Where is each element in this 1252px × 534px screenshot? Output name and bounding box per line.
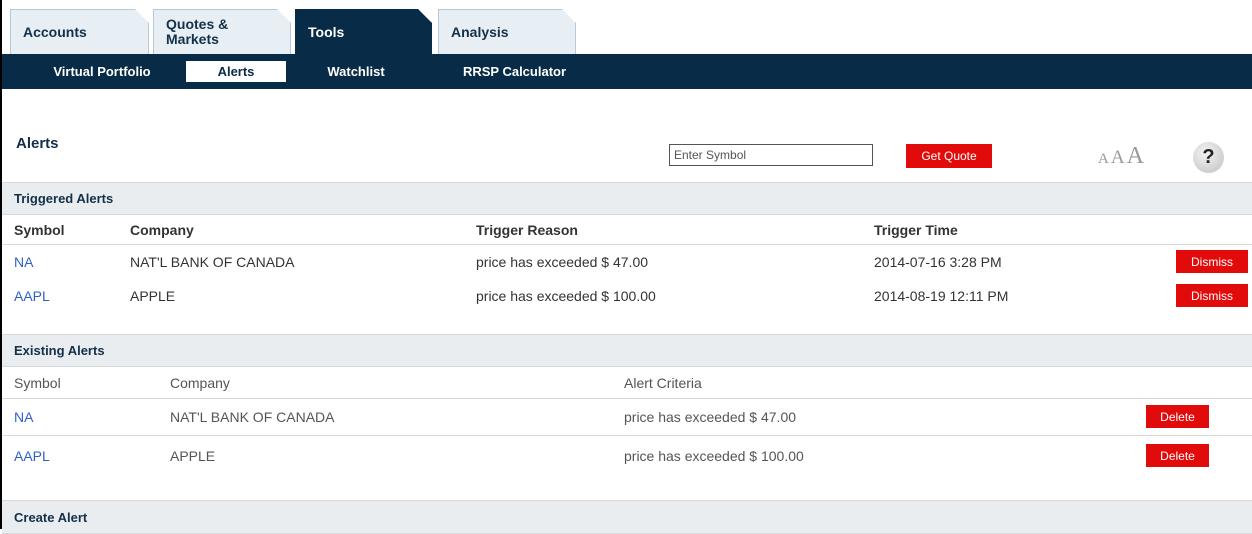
col-trigger-reason: Trigger Reason — [476, 221, 578, 238]
trigger-time: 2014-07-16 3:28 PM — [874, 254, 1002, 270]
sub-navigation: Virtual Portfolio Alerts Watchlist RRSP … — [2, 54, 1252, 89]
subnav-rrsp-calculator[interactable]: RRSP Calculator — [442, 61, 587, 82]
symbol-link[interactable]: NA — [14, 245, 33, 279]
col-company: Company — [170, 374, 230, 391]
page-title: Alerts — [16, 135, 59, 152]
col-symbol: Symbol — [14, 221, 65, 238]
font-size-control: A A A — [1098, 143, 1146, 171]
subnav-alerts[interactable]: Alerts — [186, 61, 286, 82]
get-quote-button[interactable]: Get Quote — [906, 144, 992, 168]
tab-label: Analysis — [451, 23, 509, 40]
font-small-button[interactable]: A — [1098, 151, 1109, 168]
company-name: NAT'L BANK OF CANADA — [170, 409, 335, 425]
table-row: AAPL APPLE price has exceeded $ 100.00 D… — [2, 436, 1252, 476]
col-trigger-time: Trigger Time — [874, 221, 958, 238]
tab-label: Tools — [308, 23, 345, 40]
triggered-table-header: Symbol Company Trigger Reason Trigger Ti… — [2, 215, 1252, 245]
subnav-watchlist[interactable]: Watchlist — [306, 61, 406, 82]
col-alert-criteria: Alert Criteria — [624, 374, 702, 391]
subnav-label: Alerts — [217, 64, 255, 79]
tab-label: Quotes & Markets — [166, 16, 229, 47]
table-row: NA NAT'L BANK OF CANADA price has exceed… — [2, 399, 1252, 436]
tab-quotes-markets[interactable]: Quotes & Markets — [153, 9, 291, 54]
alert-criteria: price has exceeded $ 100.00 — [624, 448, 804, 464]
tab-tools[interactable]: Tools — [295, 9, 432, 54]
company-name: APPLE — [130, 288, 176, 304]
symbol-link[interactable]: AAPL — [14, 436, 50, 476]
company-name: NAT'L BANK OF CANADA — [130, 254, 295, 270]
triggered-alerts-header: Triggered Alerts — [2, 182, 1252, 215]
trigger-reason: price has exceeded $ 100.00 — [476, 288, 656, 304]
dismiss-button[interactable]: Dismiss — [1176, 284, 1248, 307]
symbol-input[interactable] — [669, 144, 873, 166]
subnav-virtual-portfolio[interactable]: Virtual Portfolio — [22, 61, 182, 82]
dismiss-button[interactable]: Dismiss — [1176, 250, 1248, 273]
help-icon[interactable]: ? — [1193, 142, 1224, 173]
subnav-label: Virtual Portfolio — [53, 64, 151, 79]
table-row: NA NAT'L BANK OF CANADA price has exceed… — [2, 245, 1252, 279]
subnav-label: Watchlist — [327, 64, 385, 79]
col-symbol: Symbol — [14, 374, 61, 391]
tab-accounts[interactable]: Accounts — [10, 9, 149, 54]
col-company: Company — [130, 221, 194, 238]
tab-label: Accounts — [23, 23, 87, 40]
trigger-time: 2014-08-19 12:11 PM — [874, 288, 1009, 304]
existing-alerts-header: Existing Alerts — [2, 334, 1252, 367]
symbol-link[interactable]: AAPL — [14, 279, 50, 313]
trigger-reason: price has exceeded $ 47.00 — [476, 254, 649, 270]
symbol-link[interactable]: NA — [14, 399, 33, 435]
existing-table-header: Symbol Company Alert Criteria — [2, 367, 1252, 399]
alert-criteria: price has exceeded $ 47.00 — [624, 409, 797, 425]
company-name: APPLE — [170, 448, 216, 464]
delete-button[interactable]: Delete — [1146, 444, 1209, 467]
tab-analysis[interactable]: Analysis — [438, 9, 576, 54]
font-medium-button[interactable]: A — [1111, 147, 1125, 169]
table-row: AAPL APPLE price has exceeded $ 100.00 2… — [2, 279, 1252, 313]
delete-button[interactable]: Delete — [1146, 405, 1209, 428]
subnav-label: RRSP Calculator — [462, 64, 567, 79]
font-large-button[interactable]: A — [1127, 143, 1144, 170]
